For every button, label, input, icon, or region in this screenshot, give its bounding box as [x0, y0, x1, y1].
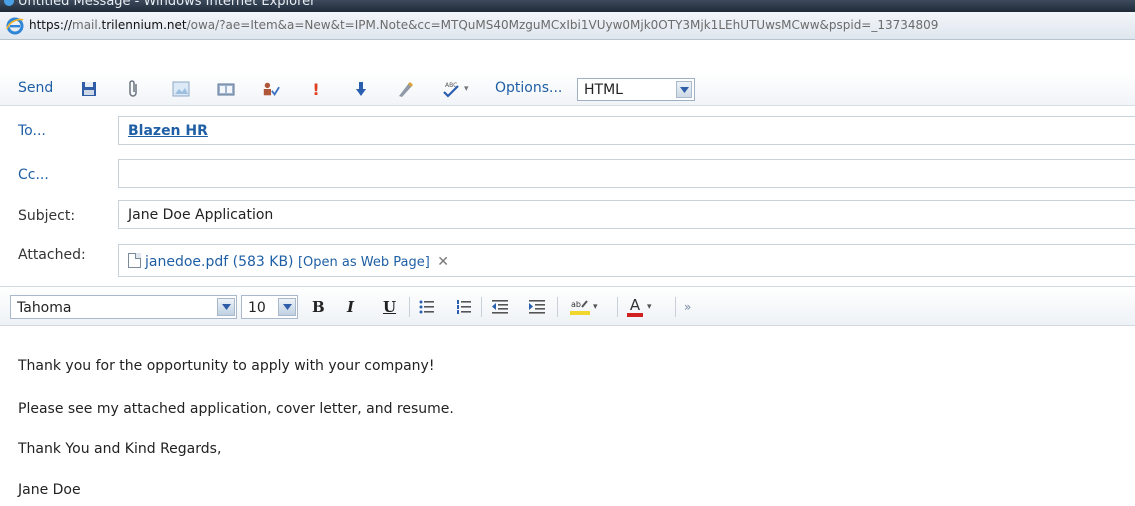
- subject-label: Subject:: [18, 208, 76, 224]
- highlight-color-button[interactable]: ab ▾: [570, 297, 604, 317]
- chevron-down-icon[interactable]: [278, 298, 296, 316]
- address-book-icon[interactable]: [217, 80, 235, 98]
- address-bar: https://mail.trilennium.net/owa/?ae=Item…: [0, 12, 1135, 40]
- cc-button[interactable]: Cc...: [18, 167, 49, 183]
- toolbar-separator: [557, 297, 558, 317]
- more-options-chevron-icon[interactable]: »: [684, 297, 691, 317]
- message-format-value: HTML: [584, 82, 623, 98]
- chevron-down-icon[interactable]: ▾: [647, 302, 652, 312]
- font-color-letter: A: [629, 295, 641, 314]
- importance-low-icon[interactable]: [352, 80, 370, 98]
- url-field[interactable]: https://mail.trilennium.net/owa/?ae=Item…: [29, 18, 1133, 35]
- body-line: Thank You and Kind Regards,: [18, 441, 222, 457]
- save-icon[interactable]: [80, 80, 98, 98]
- document-icon: [128, 253, 141, 268]
- toolbar-separator: [675, 297, 676, 317]
- font-color-button[interactable]: A ▾: [627, 297, 665, 317]
- font-size-value: 10: [248, 300, 266, 316]
- toolbar-separator: [481, 297, 482, 317]
- chevron-down-icon[interactable]: [217, 298, 235, 316]
- bold-button[interactable]: B: [312, 297, 325, 317]
- attach-paperclip-icon[interactable]: [125, 80, 143, 98]
- body-line: Jane Doe: [18, 482, 81, 498]
- url-scheme: https://: [29, 18, 73, 32]
- decrease-indent-icon[interactable]: [492, 297, 508, 317]
- send-button[interactable]: Send: [18, 80, 53, 96]
- to-field[interactable]: Blazen HR: [118, 116, 1135, 145]
- subject-value: Jane Doe Application: [128, 207, 274, 223]
- svg-text:ab: ab: [571, 300, 581, 309]
- attached-label: Attached:: [18, 247, 86, 263]
- url-subdomain: mail.: [72, 18, 102, 32]
- signature-icon[interactable]: [397, 80, 415, 98]
- open-as-web-page-link[interactable]: [Open as Web Page]: [298, 255, 430, 270]
- attachment-link[interactable]: janedoe.pdf (583 KB): [145, 254, 294, 270]
- chevron-down-icon[interactable]: ▾: [593, 302, 598, 312]
- body-line: Thank you for the opportunity to apply w…: [18, 358, 435, 374]
- window-title-bar: Untitled Message - Windows Internet Expl…: [0, 0, 1135, 12]
- bulleted-list-icon[interactable]: [419, 297, 435, 317]
- message-format-select[interactable]: HTML: [577, 78, 695, 101]
- underline-button[interactable]: U: [383, 297, 396, 317]
- highlighter-icon: ab: [570, 300, 590, 315]
- chevron-down-icon[interactable]: [676, 81, 692, 98]
- font-family-value: Tahoma: [17, 300, 72, 316]
- insert-image-icon[interactable]: [172, 80, 190, 98]
- italic-button[interactable]: I: [347, 297, 354, 317]
- recipient-blazen-hr[interactable]: Blazen HR: [128, 123, 208, 139]
- numbered-list-icon[interactable]: [456, 297, 472, 317]
- check-names-icon[interactable]: [262, 80, 280, 98]
- spelling-check-icon[interactable]: ABC ▾: [441, 80, 481, 98]
- toolbar-separator: [409, 297, 410, 317]
- font-family-select[interactable]: Tahoma: [10, 295, 237, 319]
- formatting-toolbar: Tahoma 10 B I U ab ▾ A ▾ »: [0, 286, 1135, 326]
- importance-high-icon[interactable]: !: [307, 80, 325, 99]
- options-button[interactable]: Options...: [495, 80, 562, 96]
- url-path: /owa/?ae=Item&a=New&t=IPM.Note&cc=MTQuMS…: [186, 18, 939, 32]
- toolbar-separator: [617, 297, 618, 317]
- attachments-field: janedoe.pdf (583 KB) [Open as Web Page] …: [118, 244, 1135, 277]
- subject-field[interactable]: Jane Doe Application: [118, 200, 1135, 229]
- window-title: Untitled Message - Windows Internet Expl…: [18, 0, 316, 9]
- internet-explorer-icon: [6, 17, 24, 35]
- chevron-down-icon[interactable]: ▾: [464, 84, 469, 94]
- remove-attachment-icon[interactable]: ✕: [437, 254, 449, 270]
- ie-icon: [4, 0, 14, 6]
- to-button[interactable]: To...: [18, 123, 46, 139]
- increase-indent-icon[interactable]: [529, 297, 545, 317]
- cc-field[interactable]: [118, 159, 1135, 188]
- body-line: Please see my attached application, cove…: [18, 401, 454, 417]
- url-domain: trilennium.net: [101, 18, 187, 32]
- font-color-swatch: [627, 312, 643, 317]
- font-size-select[interactable]: 10: [241, 295, 298, 319]
- message-toolbar: Send ! ABC ▾ Options... HTML: [0, 72, 1135, 106]
